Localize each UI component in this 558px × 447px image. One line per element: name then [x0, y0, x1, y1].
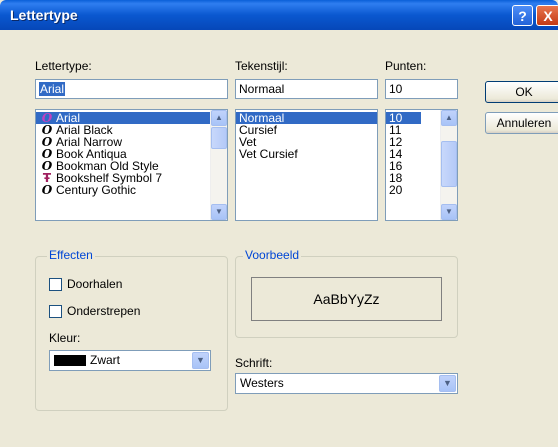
scroll-thumb[interactable]	[441, 141, 457, 187]
style-input[interactable]: Normaal	[235, 79, 378, 99]
font-list-item-label: Century Gothic	[56, 183, 137, 197]
font-input-value: Arial	[39, 82, 66, 96]
color-swatch	[54, 355, 86, 366]
chevron-down-icon[interactable]: ▼	[192, 352, 209, 369]
script-select[interactable]: Westers ▼	[235, 373, 458, 394]
size-input-value: 10	[389, 82, 403, 96]
font-list-item[interactable]: O Century Gothic	[36, 184, 227, 196]
font-input[interactable]: Arial	[35, 79, 228, 99]
strikeout-label: Doorhalen	[67, 277, 123, 291]
style-list-item[interactable]: Vet Cursief	[236, 148, 377, 160]
font-label: Lettertype:	[35, 59, 92, 73]
underline-checkbox[interactable]	[49, 305, 62, 318]
style-list-item[interactable]: Cursief	[236, 124, 377, 136]
style-label: Tekenstijl:	[235, 59, 288, 73]
size-list[interactable]: 10 11 12 14 16 18 20 ▲ ▼	[385, 109, 458, 221]
style-input-value: Normaal	[239, 82, 285, 96]
scroll-thumb[interactable]	[211, 127, 227, 149]
size-input[interactable]: 10	[385, 79, 458, 99]
close-button[interactable]: X	[536, 5, 558, 26]
style-list[interactable]: Normaal Cursief Vet Vet Cursief	[235, 109, 378, 221]
scroll-up-icon[interactable]: ▲	[441, 110, 457, 126]
title-bar[interactable]: Lettertype ? X	[0, 0, 558, 30]
size-list-scrollbar[interactable]: ▲ ▼	[440, 110, 457, 220]
font-list-scrollbar[interactable]: ▲ ▼	[210, 110, 227, 220]
scroll-down-icon[interactable]: ▼	[211, 204, 227, 220]
preview-title: Voorbeeld	[243, 248, 302, 262]
scroll-down-icon[interactable]: ▼	[441, 204, 457, 220]
script-label: Schrift:	[235, 356, 273, 370]
preview-sample-text: AaBbYyZz	[313, 291, 380, 307]
size-label: Punten:	[385, 59, 427, 73]
ok-button[interactable]: OK	[485, 81, 558, 103]
color-select[interactable]: Zwart ▼	[49, 350, 211, 371]
color-label: Kleur:	[49, 331, 81, 345]
preview-sample-box: AaBbYyZz	[251, 277, 442, 321]
chevron-down-icon[interactable]: ▼	[439, 375, 456, 392]
font-list[interactable]: O Arial O Arial Black O Arial Narrow O B…	[35, 109, 228, 221]
scroll-up-icon[interactable]: ▲	[211, 110, 227, 126]
underline-label: Onderstrepen	[67, 304, 141, 318]
help-button[interactable]: ?	[512, 5, 533, 26]
script-select-value: Westers	[240, 376, 284, 390]
strikeout-checkbox[interactable]	[49, 278, 62, 291]
cancel-button[interactable]: Annuleren	[485, 112, 558, 134]
effects-title: Effecten	[47, 248, 95, 262]
color-select-value: Zwart	[90, 353, 120, 367]
opentype-icon: O	[41, 183, 53, 197]
window-title: Lettertype	[10, 7, 78, 23]
